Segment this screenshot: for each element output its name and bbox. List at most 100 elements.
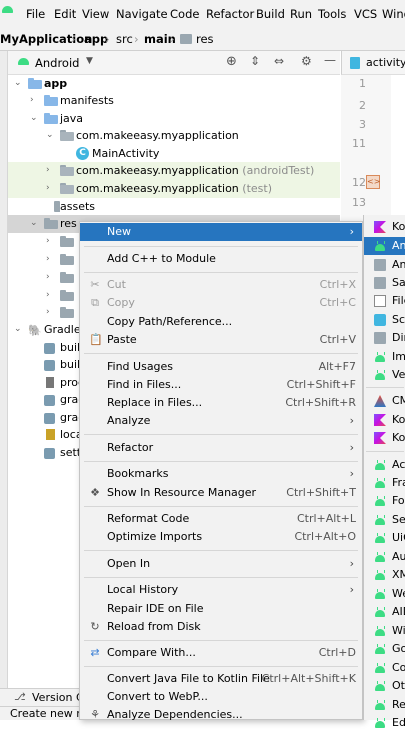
chevron-right-icon[interactable]: › — [46, 237, 54, 246]
tree-node-res-child[interactable]: › — [8, 269, 79, 287]
menu-item-analyze-dependencies[interactable]: ⚘ Analyze Dependencies... — [80, 706, 362, 724]
submenu-item-android-resource-directory[interactable]: An — [364, 256, 405, 274]
menu-run[interactable]: Run — [290, 7, 312, 21]
menu-item-find-usages[interactable]: Find Usages Alt+F7 — [80, 358, 362, 376]
menu-item-copy[interactable]: ⧉ Copy Ctrl+C — [80, 294, 362, 312]
submenu-item-xml[interactable]: XM — [364, 566, 405, 584]
chevron-down-icon[interactable]: ⌄ — [30, 219, 38, 228]
menu-code[interactable]: Code — [170, 7, 199, 21]
submenu-item-resource-bundle[interactable]: Res — [364, 696, 405, 714]
submenu-item-directory[interactable]: Dir — [364, 329, 405, 347]
submenu-item-scratch-file[interactable]: Scr — [364, 311, 405, 329]
menu-edit[interactable]: Edit — [54, 7, 76, 21]
menu-view[interactable]: View — [82, 7, 109, 21]
menu-item-analyze[interactable]: Analyze › — [80, 412, 362, 430]
tree-node-gradle-file[interactable]: buil — [8, 356, 80, 374]
menu-item-convert-to-webp[interactable]: Convert to WebP... — [80, 688, 362, 706]
gear-icon[interactable]: ⚙ — [301, 54, 312, 68]
tree-node-gradle[interactable]: ⌄ 🐘 Gradle — [8, 321, 81, 339]
breadcrumb-res[interactable]: res — [196, 32, 214, 46]
chevron-right-icon[interactable]: › — [46, 184, 54, 193]
project-view-selector[interactable]: Android — [35, 56, 79, 70]
menu-item-paste[interactable]: 📋 Paste Ctrl+V — [80, 331, 362, 349]
chevron-down-icon[interactable]: ⌄ — [14, 325, 22, 334]
tree-node-res-child[interactable]: › — [8, 251, 79, 269]
tree-node-manifests[interactable]: › manifests — [8, 92, 340, 110]
tree-node-package[interactable]: ⌄ com.makeeasy.myapplication — [8, 127, 340, 145]
menu-item-cut[interactable]: ✂ Cut Ctrl+X — [80, 276, 362, 294]
gutter-marker-icon[interactable]: <> — [366, 175, 380, 189]
tree-node-gradle-file[interactable]: grad — [8, 409, 85, 427]
submenu-item-wear[interactable]: We — [364, 585, 405, 603]
menu-item-replace-in-files[interactable]: Replace in Files... Ctrl+Shift+R — [80, 394, 362, 412]
submenu-item-automotive[interactable]: Aut — [364, 548, 405, 566]
tree-node-app[interactable]: ⌄ app — [8, 75, 340, 93]
submenu-item-cmake[interactable]: CM — [364, 392, 405, 410]
chevron-right-icon[interactable]: › — [30, 96, 38, 105]
chevron-right-icon[interactable]: › — [46, 166, 54, 175]
submenu-item-android-resource-file[interactable]: An — [364, 237, 405, 255]
tree-node-gradle-file[interactable]: local — [8, 426, 86, 444]
tree-node-res-child[interactable]: › — [8, 304, 79, 322]
chevron-down-icon[interactable]: ⌄ — [46, 131, 54, 140]
submenu-item-sample-data-directory[interactable]: Sa — [364, 274, 405, 292]
menu-item-add-cpp[interactable]: Add C++ to Module — [80, 250, 362, 268]
submenu-item-activity[interactable]: Act — [364, 456, 405, 474]
editor-tab-activity[interactable]: activity_ — [366, 56, 405, 69]
chevron-right-icon[interactable]: › — [46, 273, 54, 282]
menu-item-refactor[interactable]: Refactor › — [80, 439, 362, 457]
menu-item-bookmarks[interactable]: Bookmarks › — [80, 465, 362, 483]
chevron-down-icon[interactable]: ⌄ — [30, 114, 38, 123]
submenu-item-folder[interactable]: Fol — [364, 492, 405, 510]
menu-item-new[interactable]: New › — [80, 223, 362, 241]
submenu-item-google[interactable]: Go — [364, 640, 405, 658]
menu-refactor[interactable]: Refactor — [206, 7, 254, 21]
menu-item-local-history[interactable]: Local History › — [80, 581, 362, 599]
submenu-item-image-asset[interactable]: Ima — [364, 348, 405, 366]
tree-node-res-child[interactable]: › — [8, 233, 79, 251]
chevron-right-icon[interactable]: › — [46, 291, 54, 300]
target-icon[interactable]: ⊕ — [226, 54, 237, 69]
menu-item-copy-path[interactable]: Copy Path/Reference... — [80, 313, 362, 331]
menu-item-find-in-files[interactable]: Find in Files... Ctrl+Shift+F — [80, 376, 362, 394]
submenu-item-widget[interactable]: Wid — [364, 622, 405, 640]
menu-item-reload-from-disk[interactable]: ↻ Reload from Disk — [80, 618, 362, 636]
expand-all-icon[interactable]: ⇕ — [250, 54, 260, 68]
chevron-down-icon[interactable]: ▼ — [86, 56, 93, 66]
menu-window[interactable]: Wind — [382, 7, 405, 21]
submenu-item-editorconfig[interactable]: Edi — [364, 714, 405, 732]
submenu-item-fragment[interactable]: Fra — [364, 474, 405, 492]
tree-node-gradle-file[interactable]: sett — [8, 444, 81, 462]
menu-item-show-in-resource-manager[interactable]: ❖ Show In Resource Manager Ctrl+Shift+T — [80, 484, 362, 502]
menu-item-compare-with[interactable]: ⇄ Compare With... Ctrl+D — [80, 644, 362, 662]
left-tool-stripe[interactable] — [0, 51, 8, 720]
submenu-item-aidl[interactable]: AID — [364, 603, 405, 621]
chevron-right-icon[interactable]: › — [46, 308, 54, 317]
submenu-item-kotlin-script[interactable]: Kot — [364, 411, 405, 429]
tree-node-mainactivity[interactable]: C MainActivity — [8, 145, 340, 163]
submenu-item-kotlin-class[interactable]: Ko — [364, 218, 405, 236]
tree-node-res-child[interactable]: › — [8, 287, 79, 305]
menu-item-reformat-code[interactable]: Reformat Code Ctrl+Alt+L — [80, 510, 362, 528]
tree-node-java[interactable]: ⌄ java — [8, 110, 340, 128]
submenu-item-kotlin-worksheet[interactable]: Kot — [364, 429, 405, 447]
tree-node-gradle-file[interactable]: prog — [8, 374, 85, 392]
tree-node-gradle-file[interactable]: grad — [8, 391, 85, 409]
collapse-all-icon[interactable]: ⇔ — [274, 54, 284, 68]
menu-item-optimize-imports[interactable]: Optimize Imports Ctrl+Alt+O — [80, 528, 362, 546]
tree-node-package-androidtest[interactable]: › com.makeeasy.myapplication (androidTes… — [8, 162, 340, 180]
menu-navigate[interactable]: Navigate — [116, 7, 168, 21]
submenu-item-other[interactable]: Oth — [364, 677, 405, 695]
chevron-right-icon[interactable]: › — [46, 255, 54, 264]
submenu-item-compose[interactable]: Cor — [364, 659, 405, 677]
hide-panel-icon[interactable]: — — [324, 53, 336, 67]
tree-node-package-test[interactable]: › com.makeeasy.myapplication (test) — [8, 180, 340, 198]
tree-node-assets[interactable]: assets — [8, 198, 340, 216]
breadcrumb-project[interactable]: MyApplication — [0, 32, 92, 46]
menu-file[interactable]: File — [26, 7, 45, 21]
submenu-item-service[interactable]: Ser — [364, 511, 405, 529]
chevron-down-icon[interactable]: ⌄ — [14, 79, 22, 88]
tree-node-gradle-file[interactable]: buil — [8, 339, 80, 357]
menu-item-open-in[interactable]: Open In › — [80, 555, 362, 573]
menu-tools[interactable]: Tools — [318, 7, 346, 21]
